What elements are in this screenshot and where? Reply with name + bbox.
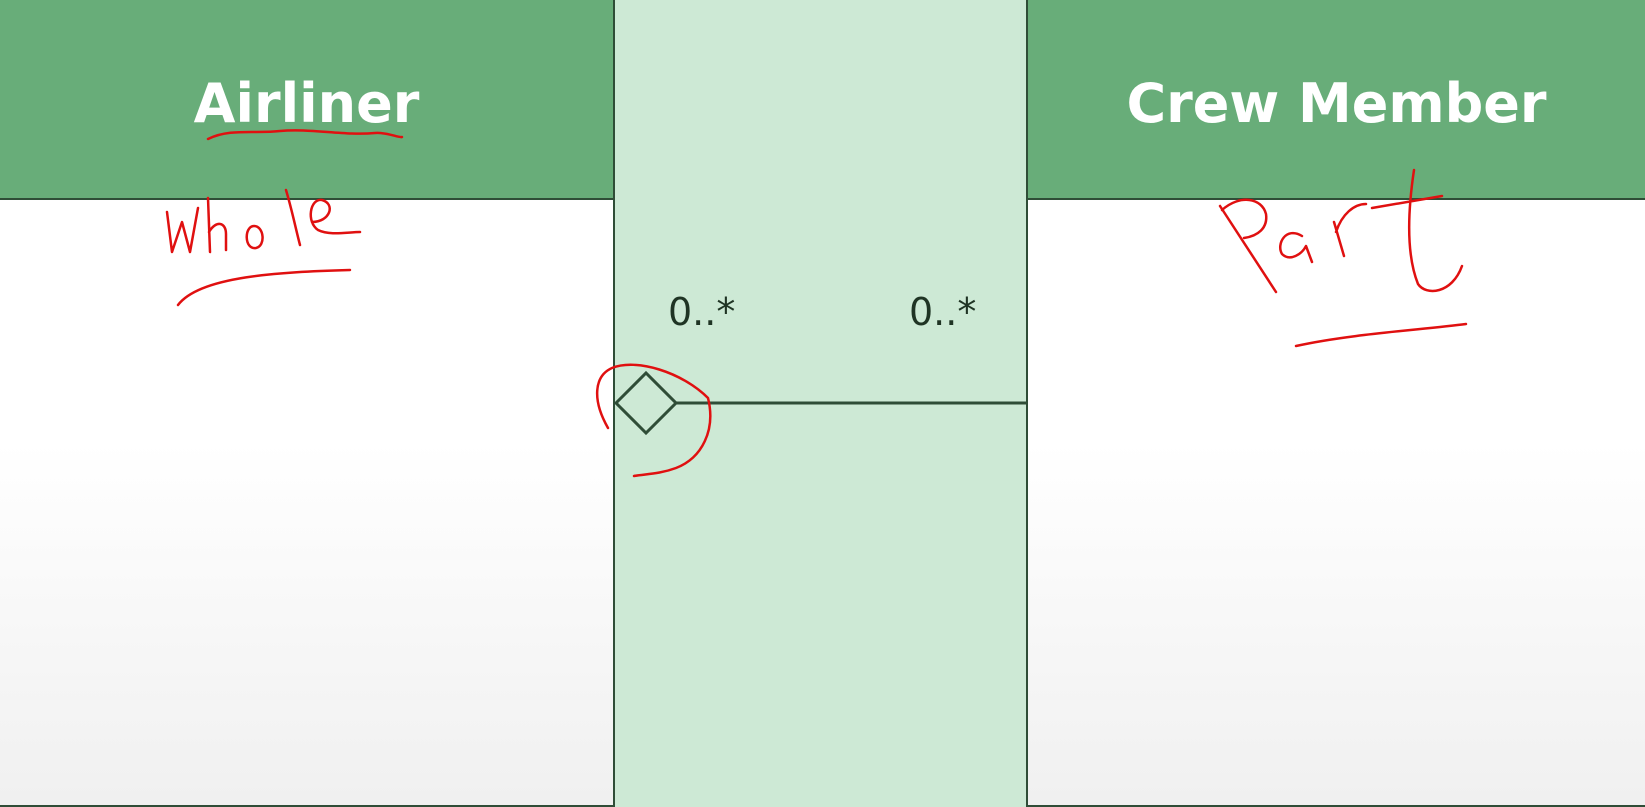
crew-member-class-header: Crew Member [1028,0,1645,200]
aggregation-diamond-icon [613,370,679,436]
right-multiplicity-label: 0..* [909,290,977,334]
airliner-class-box: Airliner [0,0,615,807]
left-multiplicity-label: 0..* [668,290,736,334]
airliner-class-header: Airliner [0,0,613,200]
airliner-class-name: Airliner [193,71,420,135]
crew-member-class-name: Crew Member [1126,71,1547,135]
diagram-canvas: Airliner Crew Member 0..* 0..* [0,0,1645,807]
crew-member-class-box: Crew Member [1026,0,1645,807]
